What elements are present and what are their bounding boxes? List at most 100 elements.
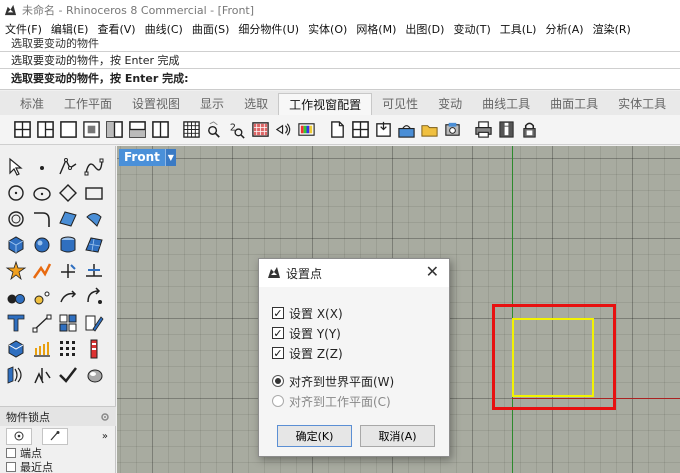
set-z-checkbox-row[interactable]: ✓ 设置 Z(Z)	[272, 343, 449, 363]
group-icon[interactable]	[3, 284, 29, 310]
point-icon[interactable]	[29, 154, 55, 180]
menu-tools[interactable]: 工具(L)	[495, 21, 541, 37]
tab-set-view[interactable]: 设置视图	[122, 93, 190, 115]
array-icon[interactable]	[29, 336, 55, 362]
command-prompt[interactable]: 选取要变动的物件，按 Enter 完成:	[0, 68, 680, 88]
menu-mesh[interactable]: 网格(M)	[351, 21, 400, 37]
menu-transform[interactable]: 变动(T)	[448, 21, 494, 37]
tab-transform[interactable]: 变动	[428, 93, 472, 115]
circle-icon[interactable]	[3, 180, 29, 206]
layout-export-icon[interactable]	[373, 119, 394, 140]
radio-selected[interactable]	[272, 375, 284, 387]
menu-subd[interactable]: 细分物件(U)	[233, 21, 303, 37]
menu-file[interactable]: 文件(F)	[0, 21, 46, 37]
analysis-icon[interactable]	[81, 336, 107, 362]
maximize-viewport-icon[interactable]	[81, 119, 102, 140]
menu-solid[interactable]: 实体(O)	[303, 21, 351, 37]
split-horizontal-icon[interactable]	[127, 119, 148, 140]
folder-icon[interactable]	[419, 119, 440, 140]
tab-cplanes[interactable]: 工作平面	[54, 93, 122, 115]
tab-visibility[interactable]: 可见性	[372, 93, 428, 115]
menu-surface[interactable]: 曲面(S)	[187, 21, 234, 37]
checkbox[interactable]	[6, 448, 16, 458]
tab-viewport-layout[interactable]: 工作视窗配置	[278, 93, 373, 115]
tab-select[interactable]: 选取	[234, 93, 278, 115]
menu-analyze[interactable]: 分析(A)	[540, 21, 587, 37]
layout-import-icon[interactable]	[396, 119, 417, 140]
render-icon[interactable]	[81, 362, 107, 388]
menu-curve[interactable]: 曲线(C)	[140, 21, 187, 37]
expand-chevron-icon[interactable]: »	[102, 431, 108, 442]
close-icon[interactable]: ✕	[426, 264, 439, 280]
capture-icon[interactable]	[442, 119, 463, 140]
zoom-icon[interactable]	[204, 119, 225, 140]
osnap-tab-point-icon[interactable]	[6, 427, 32, 445]
lock-icon[interactable]	[519, 119, 540, 140]
set-x-checkbox-row[interactable]: ✓ 设置 X(X)	[272, 303, 449, 323]
mesh-icon[interactable]	[81, 232, 107, 258]
checkbox-checked[interactable]: ✓	[272, 327, 284, 339]
checkbox[interactable]	[6, 462, 16, 472]
tab-display[interactable]: 显示	[190, 93, 234, 115]
box-icon[interactable]	[3, 232, 29, 258]
radio-unselected[interactable]	[272, 395, 284, 407]
menu-drafting[interactable]: 出图(D)	[400, 21, 448, 37]
selected-rectangle-curve[interactable]	[512, 318, 594, 397]
move-icon[interactable]	[55, 284, 81, 310]
history-icon[interactable]	[3, 362, 29, 388]
menu-render[interactable]: 渲染(R)	[588, 21, 635, 37]
new-layout-icon[interactable]	[327, 119, 348, 140]
select-arrow-icon[interactable]	[3, 154, 29, 180]
checkbox-checked[interactable]: ✓	[272, 307, 284, 319]
osnap-item-near[interactable]: 最近点	[0, 460, 116, 473]
offset-icon[interactable]	[3, 206, 29, 232]
layout-grid-icon[interactable]	[350, 119, 371, 140]
align-world-radio-row[interactable]: 对齐到世界平面(W)	[272, 371, 449, 391]
zoom-selected-icon[interactable]: 2	[227, 119, 248, 140]
info-icon[interactable]	[496, 119, 517, 140]
print-icon[interactable]	[473, 119, 494, 140]
edit-icon[interactable]	[81, 310, 107, 336]
viewport-split-icon[interactable]	[150, 119, 171, 140]
check-icon[interactable]	[55, 362, 81, 388]
loft-icon[interactable]	[81, 206, 107, 232]
join-icon[interactable]	[29, 258, 55, 284]
split-vertical-icon[interactable]	[104, 119, 125, 140]
tab-curve-tools[interactable]: 曲线工具	[472, 93, 540, 115]
polygon-icon[interactable]	[55, 180, 81, 206]
three-viewports-icon[interactable]	[35, 119, 56, 140]
cylinder-icon[interactable]	[55, 232, 81, 258]
single-viewport-icon[interactable]	[58, 119, 79, 140]
fillet-icon[interactable]	[29, 206, 55, 232]
cancel-button[interactable]: 取消(A)	[360, 425, 435, 447]
settings-gear-icon[interactable]	[100, 412, 110, 422]
four-viewports-icon[interactable]	[12, 119, 33, 140]
tab-standard[interactable]: 标准	[10, 93, 54, 115]
menu-view[interactable]: 查看(V)	[92, 21, 139, 37]
tab-surface-tools[interactable]: 曲面工具	[540, 93, 608, 115]
split-icon[interactable]	[81, 258, 107, 284]
grid-icon[interactable]	[181, 119, 202, 140]
rectangle-icon[interactable]	[81, 180, 107, 206]
color-display-icon[interactable]	[296, 119, 317, 140]
ok-button[interactable]: 确定(K)	[277, 425, 352, 447]
explode-icon[interactable]	[3, 258, 29, 284]
snap-icon[interactable]	[29, 362, 55, 388]
viewport-title[interactable]: Front ▼	[119, 149, 176, 166]
layout-icon[interactable]	[55, 310, 81, 336]
align-cplane-radio-row[interactable]: 对齐到工作平面(C)	[272, 391, 449, 411]
text-icon[interactable]	[3, 310, 29, 336]
grid-array-icon[interactable]	[55, 336, 81, 362]
menu-edit[interactable]: 编辑(E)	[46, 21, 93, 37]
tab-solid-tools[interactable]: 实体工具	[608, 93, 676, 115]
sphere-icon[interactable]	[29, 232, 55, 258]
polyline-icon[interactable]	[55, 154, 81, 180]
solid-edit-icon[interactable]	[3, 336, 29, 362]
ellipse-icon[interactable]	[29, 180, 55, 206]
control-points-icon[interactable]	[29, 284, 55, 310]
osnap-tab-tangent-icon[interactable]	[42, 427, 68, 445]
viewport-menu-arrow-icon[interactable]: ▼	[164, 149, 176, 166]
viewport-name[interactable]: Front	[119, 149, 165, 166]
curve-icon[interactable]	[81, 154, 107, 180]
surface-icon[interactable]	[55, 206, 81, 232]
